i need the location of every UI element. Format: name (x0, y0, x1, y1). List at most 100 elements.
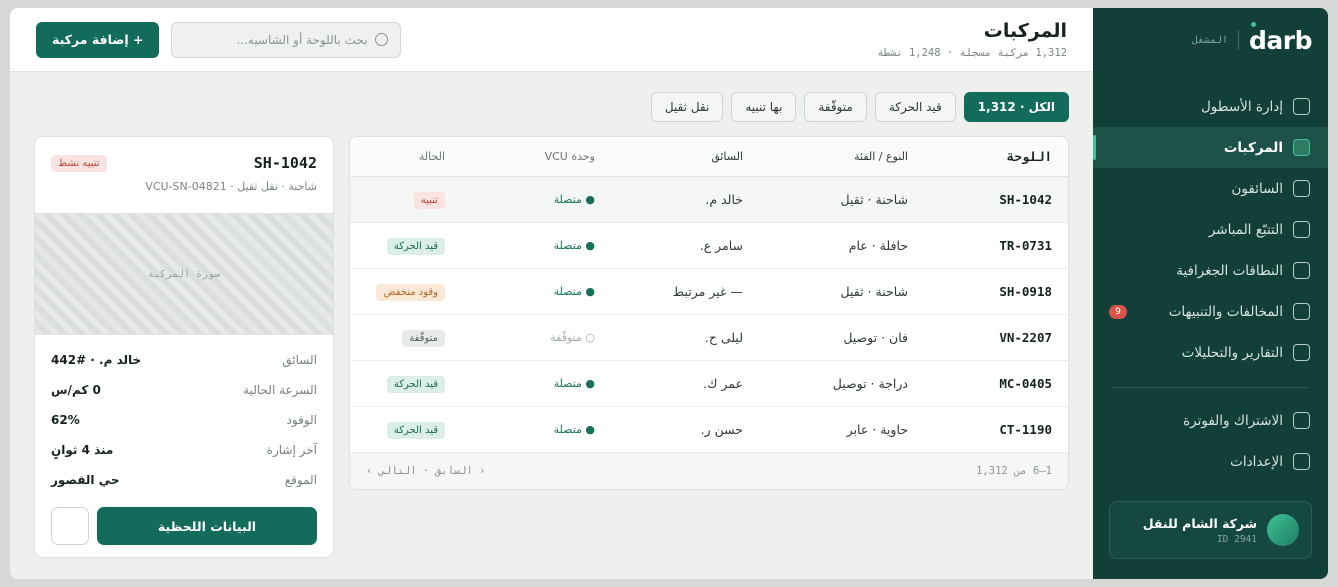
sidebar-item-live-tracking[interactable]: التتبّع المباشر (1093, 209, 1328, 250)
cell-status: قيد الحركة (350, 375, 457, 393)
live-data-button[interactable]: البيانات اللحظية (97, 507, 317, 545)
cell-plate: TR-0731 (999, 238, 1052, 253)
sidebar-item-geofences[interactable]: النطاقات الجغرافية (1093, 250, 1328, 291)
cell-type: شاحنة · ثقيل (840, 284, 908, 299)
stat-value: حي القصور (51, 473, 120, 487)
stat-driver: السائق خالد م. · #442 (51, 345, 317, 375)
table-row[interactable]: SH-1042 شاحنة · ثقيل خالد م. ● متصلة تنب… (350, 177, 1068, 223)
stat-value: خالد م. · #442 (51, 353, 142, 367)
filter-heavy-transport[interactable]: نقل ثقيل (650, 92, 724, 122)
fleet-icon (1293, 98, 1310, 115)
filter-all[interactable]: الكل · 1,312 (963, 92, 1069, 122)
cell-driver: حسن ر. (700, 422, 743, 437)
sidebar-item-vehicles[interactable]: المركبات (1093, 127, 1328, 168)
cell-vcu: ● متصلة (553, 423, 595, 436)
detail-stats: السائق خالد م. · #442 السرعة الحالية 0 ك… (35, 335, 333, 495)
drivers-icon (1293, 180, 1310, 197)
sidebar-item-label: التقارير والتحليلات (1181, 344, 1283, 361)
org-avatar (1267, 514, 1299, 546)
cell-plate: SH-1042 (999, 192, 1052, 207)
filter-has-alert[interactable]: بها تنبيه (731, 92, 797, 122)
cell-vcu: ● متصلة (553, 377, 595, 390)
vehicles-icon (1293, 139, 1310, 156)
alerts-count-badge: 9 (1109, 304, 1127, 319)
col-vcu[interactable]: وحدة VCU (457, 150, 605, 163)
table-footer: 1–6 من 1,312 ‹ السابق · التالي › (350, 453, 1068, 489)
sidebar-nav: إدارة الأسطول المركبات السائقون التتبّع … (1093, 72, 1328, 482)
pagination-count: 1–6 من 1,312 (976, 465, 1052, 477)
col-plate[interactable]: اللوحة (918, 149, 1068, 164)
status-badge: وقود منخفض (376, 283, 445, 301)
sidebar-item-fleet-management[interactable]: إدارة الأسطول (1093, 86, 1328, 127)
logo-dot-icon (1251, 21, 1256, 27)
search-placeholder: بحث باللوحة أو الشاسيه... (236, 32, 368, 47)
stat-value: 0 كم/س (51, 383, 101, 397)
detail-actions: البيانات اللحظية (35, 495, 333, 545)
brand-divider (1238, 30, 1239, 50)
cell-status: قيد الحركة (350, 237, 457, 255)
cell-driver: عمر ك. (703, 376, 743, 391)
stat-key: السائق (282, 353, 317, 367)
status-badge: تنبيه (413, 191, 445, 209)
table-row[interactable]: SH-0918 شاحنة · ثقيل — غير مرتبط ● متصلة… (350, 269, 1068, 315)
sidebar-item-label: الاشتراك والفوترة (1183, 412, 1283, 429)
cell-driver: خالد م. (705, 192, 743, 207)
cell-vcu: ● متصلة (553, 193, 595, 206)
sidebar-item-billing[interactable]: الاشتراك والفوترة (1093, 400, 1328, 441)
stat-key: آخر إشارة (266, 443, 317, 457)
reports-icon (1293, 344, 1310, 361)
logo-text: darb (1249, 25, 1313, 55)
cell-plate: CT-1190 (999, 422, 1052, 437)
page-header: المركبات 1,312 مركبة مسجلة · 1,248 نشطة … (10, 8, 1093, 72)
content: الكل · 1,312 قيد الحركة متوقّفة بها تنبي… (10, 72, 1093, 579)
stat-last-signal: آخر إشارة منذ 4 ثوانٍ (51, 435, 317, 465)
prev-page-link[interactable]: ‹ السابق (435, 465, 486, 477)
search-input[interactable]: بحث باللوحة أو الشاسيه... (171, 21, 402, 58)
table-row[interactable]: VN-2207 فان · توصيل ليلى ح. ○ متوقّفة مت… (350, 315, 1068, 361)
cell-driver: — غير مرتبط (672, 284, 743, 299)
cell-status: تنبيه (350, 191, 457, 209)
page-title: المركبات (983, 20, 1067, 42)
next-page-link[interactable]: التالي › (366, 465, 417, 477)
filter-stopped[interactable]: متوقّفة (804, 92, 867, 122)
sidebar-item-drivers[interactable]: السائقون (1093, 168, 1328, 209)
cell-type: حافلة · عام (848, 238, 908, 253)
table-row[interactable]: CT-1190 حاوية · عابر حسن ر. ● متصلة قيد … (350, 407, 1068, 453)
geofence-icon (1293, 262, 1310, 279)
darb-logo[interactable]: darb (1249, 21, 1313, 55)
cell-type: فان · توصيل (843, 330, 908, 345)
col-status[interactable]: الحالة (350, 150, 457, 163)
stat-key: السرعة الحالية (243, 383, 317, 397)
cell-vcu: ● متصلة (553, 285, 595, 298)
detail-top: SH-1042 تنبيه نشط (51, 154, 317, 172)
sidebar-item-label: التتبّع المباشر (1208, 221, 1283, 238)
vehicle-image: صورة المركبة (35, 213, 333, 335)
org-switcher[interactable]: شركة الشام للنقل ID 2941 (1109, 501, 1312, 559)
table-row[interactable]: TR-0731 حافلة · عام سامر ع. ● متصلة قيد … (350, 223, 1068, 269)
stat-key: الوقود (286, 413, 317, 427)
cell-type: دراجة · توصيل (832, 376, 908, 391)
cell-type: حاوية · عابر (846, 422, 908, 437)
sidebar-item-settings[interactable]: الإعدادات (1093, 441, 1328, 482)
vehicles-table: اللوحة النوع / الفئة السائق وحدة VCU الح… (349, 136, 1069, 490)
col-type[interactable]: النوع / الفئة (753, 150, 918, 163)
more-options-button[interactable] (51, 507, 89, 545)
sidebar-item-violations-alerts[interactable]: المخالفات والتنبيهات 9 (1093, 291, 1328, 332)
detail-header: SH-1042 تنبيه نشط شاحنة · نقل ثقيل · VCU… (35, 137, 333, 213)
alerts-icon (1293, 303, 1310, 320)
org-id: ID 2941 (1216, 533, 1257, 545)
tracking-icon (1293, 221, 1310, 238)
main-area: المركبات 1,312 مركبة مسجلة · 1,248 نشطة … (10, 8, 1093, 579)
cell-driver: سامر ع. (699, 238, 743, 253)
sidebar-item-reports[interactable]: التقارير والتحليلات (1093, 332, 1328, 373)
add-vehicle-button[interactable]: + إضافة مركبة (36, 21, 160, 58)
col-driver[interactable]: السائق (605, 150, 753, 163)
search-icon (375, 33, 389, 46)
stat-value: 62% (51, 413, 80, 427)
table-row[interactable]: MC-0405 دراجة · توصيل عمر ك. ● متصلة قيد… (350, 361, 1068, 407)
cell-status: متوقّفة (350, 329, 457, 347)
filter-moving[interactable]: قيد الحركة (874, 92, 956, 122)
stat-speed: السرعة الحالية 0 كم/س (51, 375, 317, 405)
cell-vcu: ● متصلة (553, 239, 595, 252)
stat-location: الموقع حي القصور (51, 465, 317, 495)
